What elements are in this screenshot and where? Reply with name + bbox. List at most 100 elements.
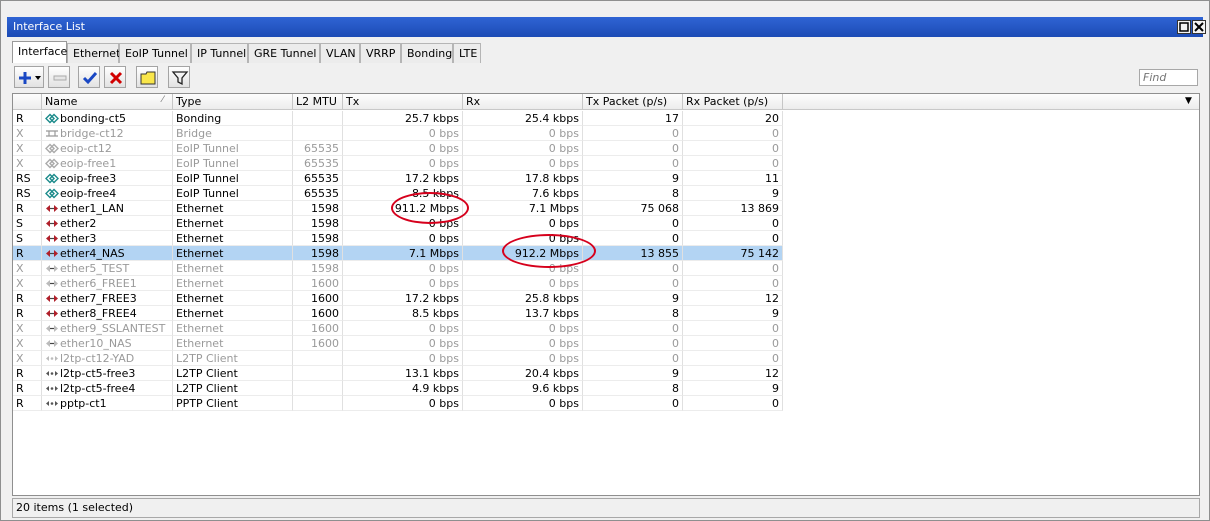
filter-icon bbox=[171, 71, 189, 86]
tx-rate-cell: 0 bps bbox=[343, 141, 463, 156]
column-header-rx[interactable]: Rx bbox=[463, 94, 583, 110]
title-bar[interactable]: Interface List bbox=[7, 17, 1206, 37]
interface-type-cell: Bonding bbox=[173, 111, 293, 126]
find-input[interactable] bbox=[1139, 69, 1198, 86]
rx-packet-rate-cell: 13 869 bbox=[683, 201, 783, 216]
interface-type-cell: Ethernet bbox=[173, 231, 293, 246]
column-header-flags[interactable] bbox=[13, 94, 42, 110]
add-button[interactable] bbox=[14, 66, 44, 88]
column-header-tx-packet[interactable]: Tx Packet (p/s) bbox=[583, 94, 683, 110]
interface-name-cell: ether7_FREE3 bbox=[42, 291, 173, 306]
interface-type-cell: Ethernet bbox=[173, 306, 293, 321]
tab-bonding[interactable]: Bonding bbox=[401, 43, 453, 63]
comment-button[interactable] bbox=[136, 66, 158, 88]
rx-packet-rate-cell: 9 bbox=[683, 186, 783, 201]
tab-eoip-tunnel[interactable]: EoIP Tunnel bbox=[119, 43, 191, 63]
table-row[interactable]: Rl2tp-ct5-free3 L2TP Client 13.1 kbps 20.4 … bbox=[13, 366, 783, 381]
interface-name-cell: ether8_FREE4 bbox=[42, 306, 173, 321]
column-header-type[interactable]: Type bbox=[173, 94, 293, 110]
column-header-name[interactable]: Name bbox=[42, 94, 173, 110]
rx-rate-cell: 0 bps bbox=[463, 126, 583, 141]
row-flag-cell: S bbox=[13, 216, 42, 231]
tunnel-icon bbox=[45, 352, 60, 365]
table-row[interactable]: RS eoip-free3 EoIP Tunnel 65535 17.2 kbps 17.… bbox=[13, 171, 783, 186]
interface-name-cell: ether6_FREE1 bbox=[42, 276, 173, 291]
tab-vlan[interactable]: VLAN bbox=[320, 43, 360, 63]
tab-gre-tunnel[interactable]: GRE Tunnel bbox=[248, 43, 320, 63]
tx-rate-cell: 0 bps bbox=[343, 321, 463, 336]
ethernet-icon bbox=[45, 247, 60, 260]
tx-packet-rate-cell: 9 bbox=[583, 366, 683, 381]
interface-name-cell: ether9_SSLANTEST bbox=[42, 321, 173, 336]
rx-rate-cell: 25.8 kbps bbox=[463, 291, 583, 306]
ethernet-icon bbox=[45, 322, 60, 335]
l2-mtu-cell: 65535 bbox=[293, 141, 343, 156]
row-flag-cell: R bbox=[13, 366, 42, 381]
table-row[interactable]: Sether2 Ethernet 1598 0 bps 0 bps 0 0 bbox=[13, 216, 783, 231]
rx-rate-cell: 0 bps bbox=[463, 351, 583, 366]
rx-rate-cell: 0 bps bbox=[463, 336, 583, 351]
table-row[interactable]: Rether4_NAS Ethernet 1598 7.1 Mbps 912.2 Mbp… bbox=[13, 246, 783, 261]
table-row[interactable]: Xeoip-ct12 EoIP Tunnel 65535 0 bps 0 bps 0 0 bbox=[13, 141, 783, 156]
rx-rate-cell: 0 bps bbox=[463, 261, 583, 276]
filter-button[interactable] bbox=[168, 66, 190, 88]
column-header-tx[interactable]: Tx bbox=[343, 94, 463, 110]
column-header-l2mtu[interactable]: L2 MTU bbox=[293, 94, 343, 110]
table-row[interactable]: RS eoip-free4 EoIP Tunnel 65535 8.5 kbps 7.6 … bbox=[13, 186, 783, 201]
tab-vrrp[interactable]: VRRP bbox=[360, 43, 401, 63]
rx-packet-rate-cell: 0 bbox=[683, 156, 783, 171]
rx-rate-cell: 7.6 kbps bbox=[463, 186, 583, 201]
table-row[interactable]: Xeoip-free1 EoIP Tunnel 65535 0 bps 0 bps 0 0 bbox=[13, 156, 783, 171]
rx-packet-rate-cell: 0 bbox=[683, 396, 783, 411]
interface-type-cell: L2TP Client bbox=[173, 351, 293, 366]
table-row[interactable]: Xether10_NAS Ethernet 1600 0 bps 0 bps 0 0 bbox=[13, 336, 783, 351]
interface-type-cell: PPTP Client bbox=[173, 396, 293, 411]
tab-ethernet[interactable]: Ethernet bbox=[67, 43, 120, 63]
rx-rate-cell: 0 bps bbox=[463, 276, 583, 291]
tx-packet-rate-cell: 8 bbox=[583, 306, 683, 321]
rx-rate-cell: 17.8 kbps bbox=[463, 171, 583, 186]
table-row[interactable]: Rpptp-ct1 PPTP Client 0 bps 0 bps 0 0 bbox=[13, 396, 783, 411]
column-menu-icon[interactable]: ▼ bbox=[1185, 96, 1192, 106]
ethernet-icon bbox=[45, 337, 60, 350]
table-row[interactable]: Rether8_FREE4 Ethernet 1600 8.5 kbps 13.7 kb… bbox=[13, 306, 783, 321]
table-row[interactable]: Xbridge-ct12 Bridge 0 bps 0 bps 0 0 bbox=[13, 126, 783, 141]
tab-ip-tunnel[interactable]: IP Tunnel bbox=[191, 43, 248, 63]
column-header-rx-packet[interactable]: Rx Packet (p/s) bbox=[683, 94, 783, 110]
table-row[interactable]: Rether7_FREE3 Ethernet 1600 17.2 kbps 25.8 k… bbox=[13, 291, 783, 306]
l2-mtu-cell: 1598 bbox=[293, 216, 343, 231]
table-row[interactable]: Xether9_SSLANTEST Ethernet 1600 0 bps 0 bps 0… bbox=[13, 321, 783, 336]
tx-packet-rate-cell: 17 bbox=[583, 111, 683, 126]
restore-icon bbox=[1179, 22, 1189, 32]
check-icon bbox=[82, 72, 98, 85]
remove-button[interactable] bbox=[48, 66, 70, 88]
interface-type-cell: Ethernet bbox=[173, 246, 293, 261]
tx-packet-rate-cell: 8 bbox=[583, 186, 683, 201]
disable-button[interactable] bbox=[104, 66, 126, 88]
close-button[interactable] bbox=[1192, 20, 1206, 34]
interface-name-cell: ether5_TEST bbox=[42, 261, 173, 276]
row-flag-cell: R bbox=[13, 291, 42, 306]
table-row[interactable]: Xether5_TEST Ethernet 1598 0 bps 0 bps 0 0 bbox=[13, 261, 783, 276]
tx-rate-cell: 25.7 kbps bbox=[343, 111, 463, 126]
enable-button[interactable] bbox=[78, 66, 100, 88]
tab-interface[interactable]: Interface bbox=[12, 41, 67, 63]
bonding-icon bbox=[45, 142, 60, 155]
tx-packet-rate-cell: 0 bbox=[583, 141, 683, 156]
table-row[interactable]: Rl2tp-ct5-free4 L2TP Client 4.9 kbps 9.6 kb… bbox=[13, 381, 783, 396]
rx-packet-rate-cell: 0 bbox=[683, 276, 783, 291]
table-row[interactable]: Sether3 Ethernet 1598 0 bps 0 bps 0 0 bbox=[13, 231, 783, 246]
rx-packet-rate-cell: 0 bbox=[683, 321, 783, 336]
window-title: Interface List bbox=[13, 20, 85, 33]
table-row[interactable]: Rbonding-ct5 Bonding 25.7 kbps 25.4 kbps 17 2… bbox=[13, 111, 783, 126]
rx-rate-cell: 0 bps bbox=[463, 396, 583, 411]
table-row[interactable]: Xether6_FREE1 Ethernet 1600 0 bps 0 bps 0 0 bbox=[13, 276, 783, 291]
rx-packet-rate-cell: 9 bbox=[683, 381, 783, 396]
restore-button[interactable] bbox=[1177, 20, 1191, 34]
table-row[interactable]: Xl2tp-ct12-YAD L2TP Client 0 bps 0 bps 0 0 bbox=[13, 351, 783, 366]
ethernet-icon bbox=[45, 277, 60, 290]
table-row[interactable]: Rether1_LAN Ethernet 1598 911.2 Mbps 7.1 Mbp… bbox=[13, 201, 783, 216]
tx-rate-cell: 911.2 Mbps bbox=[343, 201, 463, 216]
interface-type-cell: EoIP Tunnel bbox=[173, 171, 293, 186]
tab-lte[interactable]: LTE bbox=[453, 43, 481, 63]
